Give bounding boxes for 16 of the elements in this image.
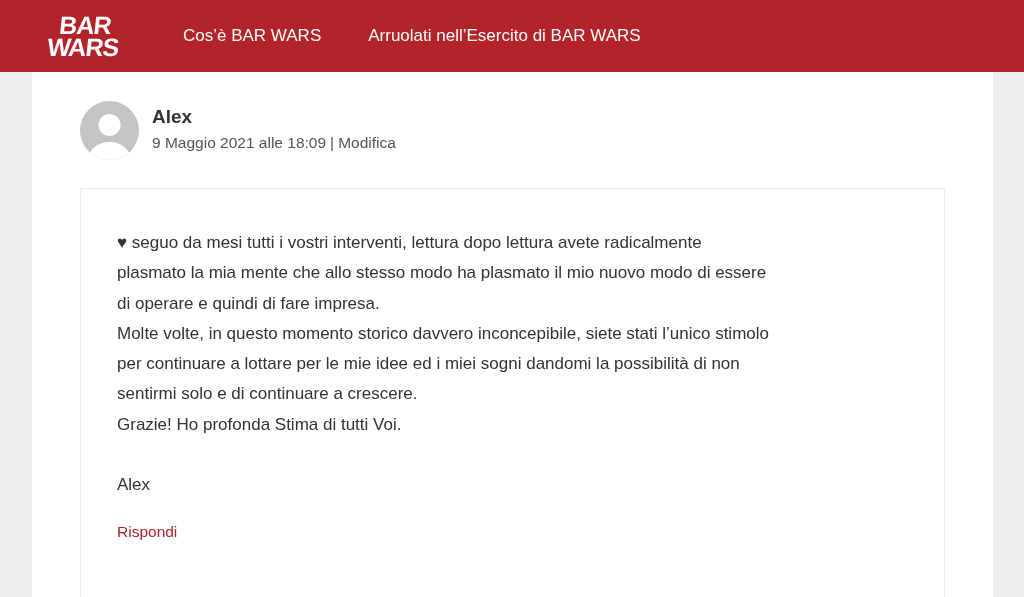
comment-text-line: ♥ seguo da mesi tutti i vostri interventi, lettura dopo lettura avete radicalmente (117, 232, 702, 254)
separator: | (330, 134, 335, 152)
comment-text-line: plasmato la mia mente che allo stesso modo ha plasmato il mio nuovo modo di essere (117, 262, 767, 285)
nav-link[interactable]: Cos’è BAR WARS (183, 26, 322, 46)
signature: Alex (117, 474, 151, 497)
edit-link[interactable]: Modifica (338, 134, 396, 152)
comment-text-line: Molte volte, in questo momento storico davvero inconcepibile, siete stati l’unico stimolo (117, 322, 769, 345)
comment-text-line: Grazie! Ho profonda Stima di tutti Voi. (117, 413, 402, 436)
author-name: Alex (152, 106, 194, 128)
comment-text-line: di operare e quindi di fare impresa. (117, 292, 380, 315)
site-logo[interactable]: BAR WARS (28, 14, 140, 58)
nav-link[interactable]: Arruolati nell’Esercito di BAR WARS (368, 26, 641, 46)
comment-text-line: sentirmi solo e di continuare a crescere. (117, 383, 418, 406)
comment-text-line: per continuare a lottare per le mie idee ed i miei sogni dandomi la possibilità di non (117, 353, 740, 376)
comment-date: 9 Maggio 2021 alle 18:09 (152, 134, 327, 152)
reply-link[interactable]: Rispondi (117, 523, 178, 542)
